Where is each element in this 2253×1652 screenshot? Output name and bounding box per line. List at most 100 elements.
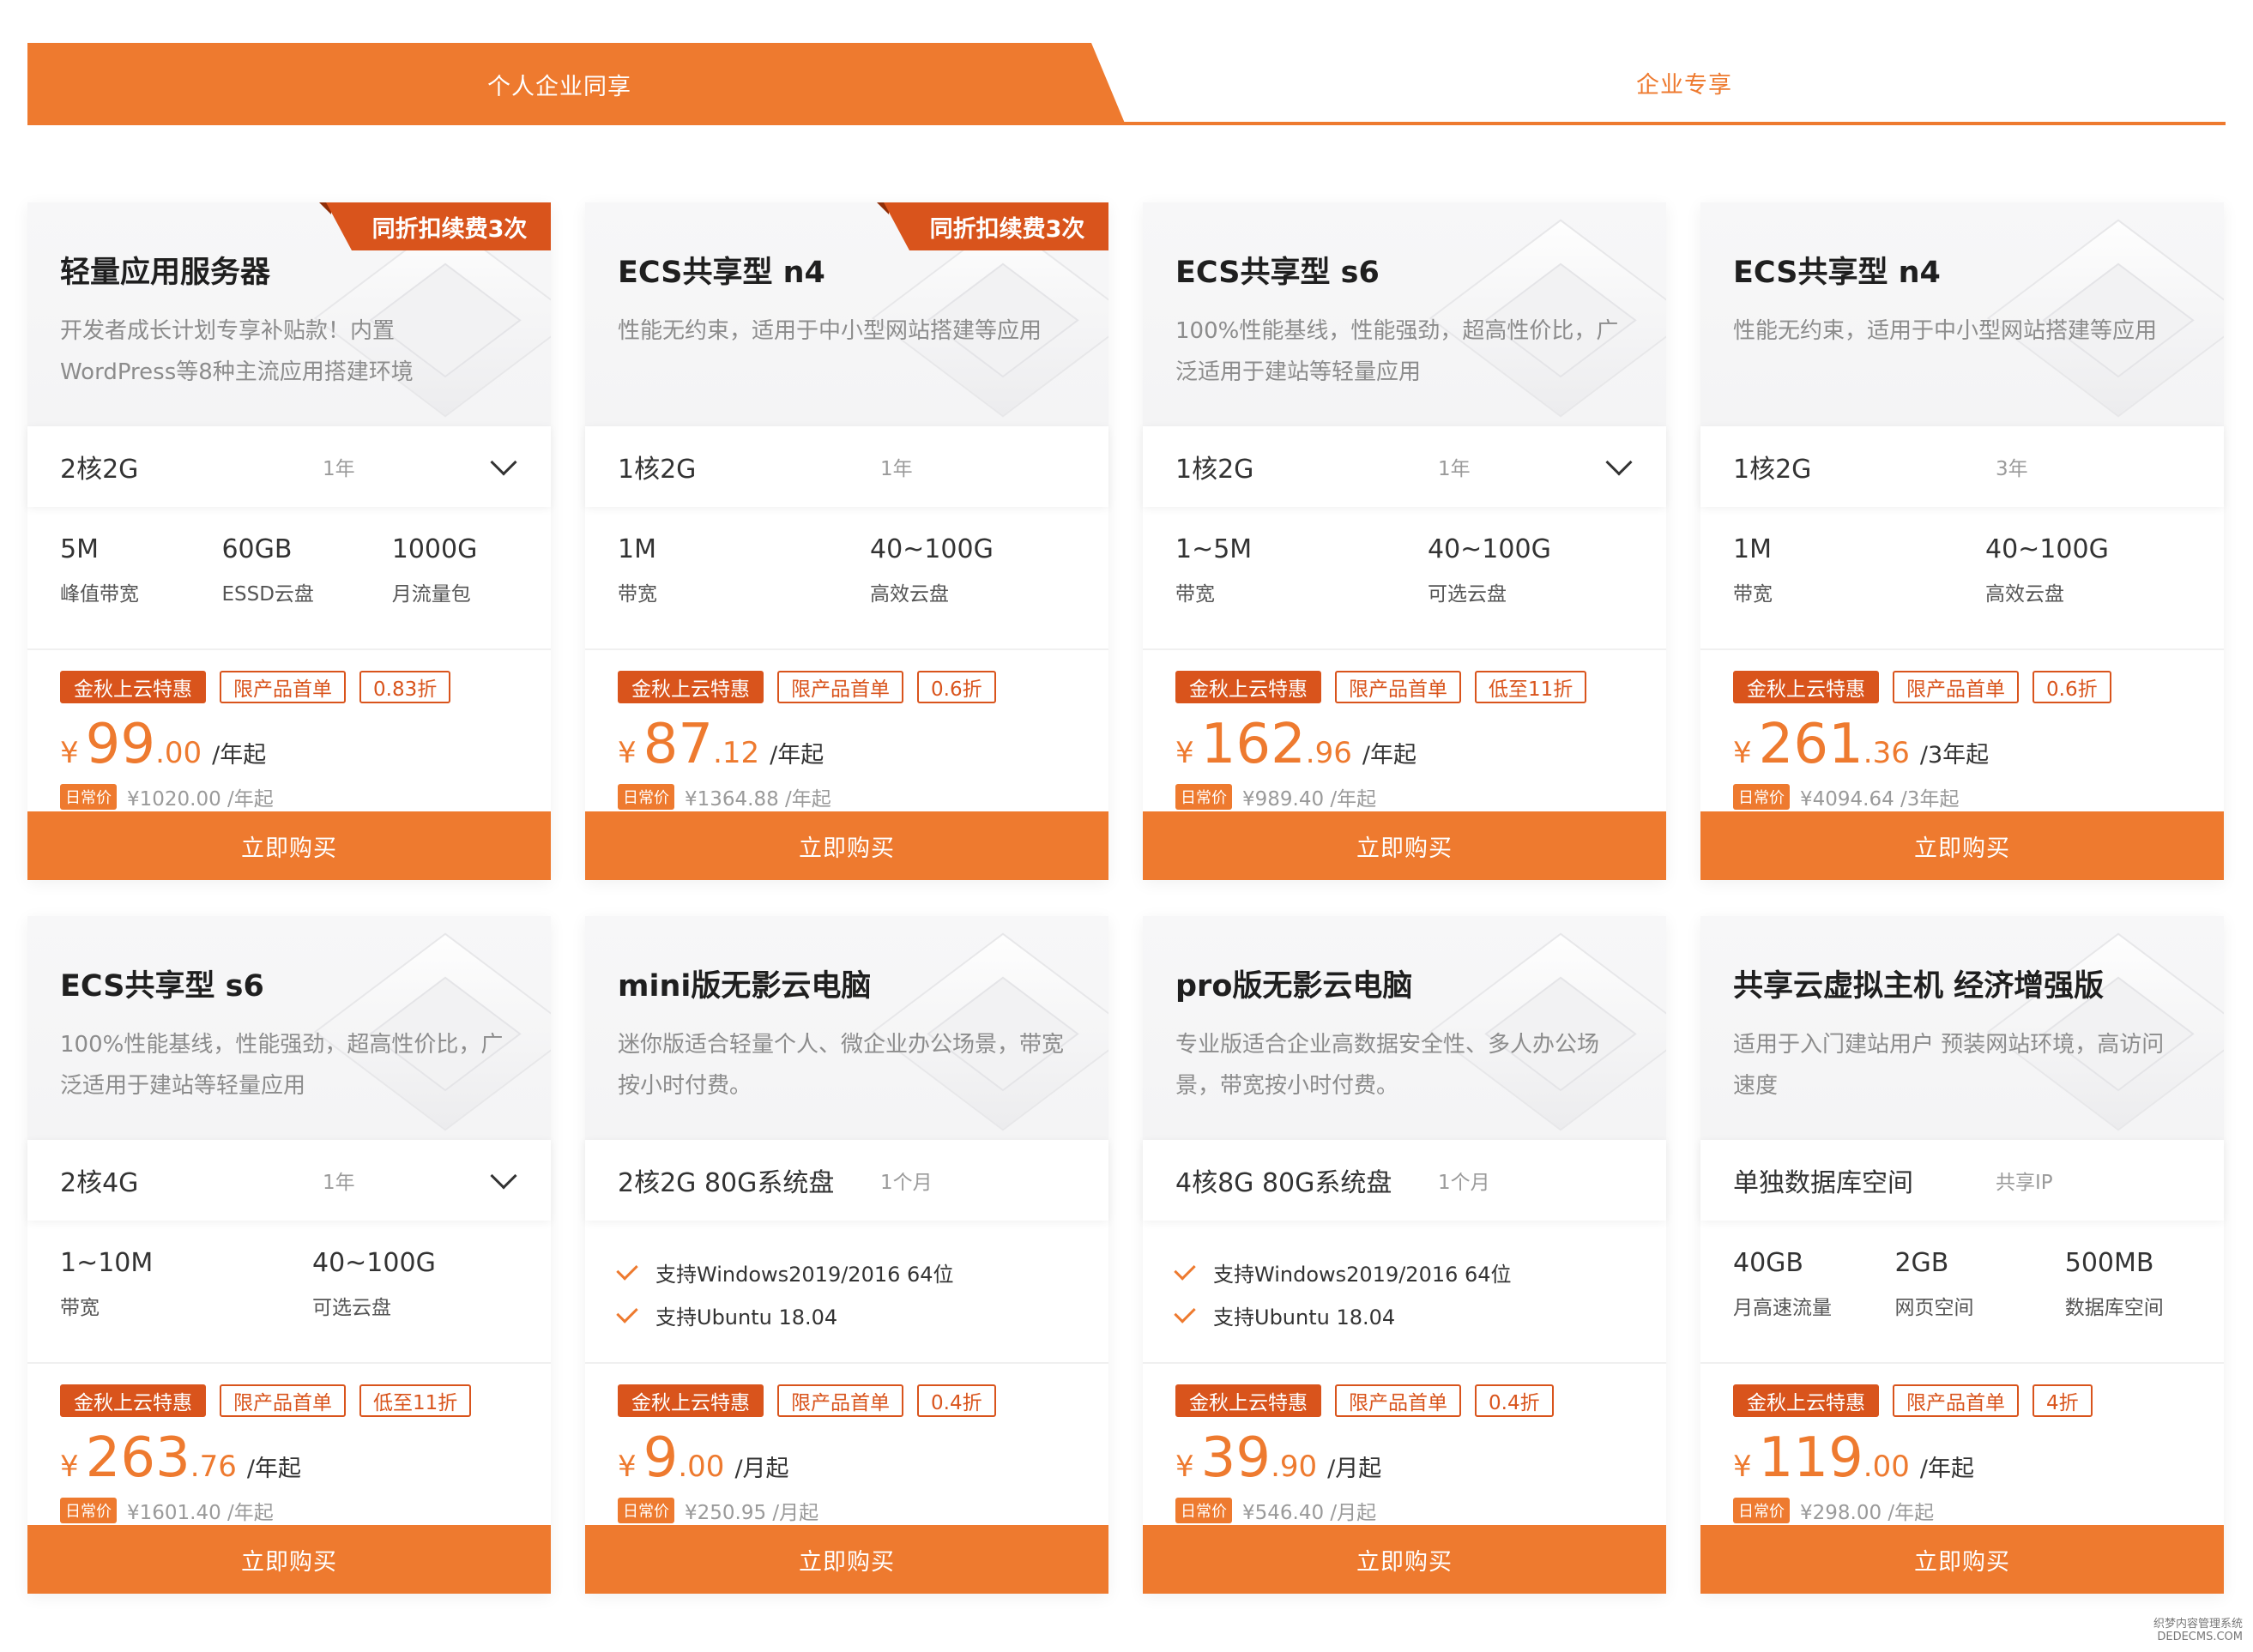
promo-tag: 金秋上云特惠 xyxy=(1175,671,1321,704)
tab-personal-enterprise[interactable]: 个人企业同享 xyxy=(27,43,1126,125)
regular-price-badge: 日常价 xyxy=(60,784,117,811)
spec-value: 2GB xyxy=(1894,1247,1949,1278)
promo-tag: 限产品首单 xyxy=(1893,671,2019,704)
buy-now-button[interactable]: 立即购买 xyxy=(585,1525,1108,1594)
spec-selector[interactable]: 2核2G 1年 xyxy=(27,426,551,507)
buy-now-button[interactable]: 立即购买 xyxy=(27,811,551,880)
promo-tag: 0.4折 xyxy=(917,1384,996,1418)
spec-item: 1~10M 带宽 xyxy=(60,1246,312,1362)
promo-tag: 金秋上云特惠 xyxy=(60,1384,206,1418)
regular-price-badge: 日常价 xyxy=(60,1498,117,1524)
spec-label: 可选云盘 xyxy=(312,1296,391,1319)
promo-tag: 0.6折 xyxy=(917,671,996,704)
spec-label: 带宽 xyxy=(1175,582,1215,606)
spec-config: 1核2G xyxy=(618,455,697,485)
original-price-line: 日常价 ¥4094.64 /3年起 xyxy=(1733,782,2191,811)
spec-label: 高效云盘 xyxy=(870,582,949,606)
check-icon xyxy=(616,1258,638,1281)
original-price-line: 日常价 ¥298.00 /年起 xyxy=(1733,1496,2191,1525)
price: ¥9.00/月起 xyxy=(618,1426,1076,1491)
original-price: ¥298.00 /年起 xyxy=(1800,1502,1935,1525)
promo-tag: 低至11折 xyxy=(359,1384,472,1418)
spec-value: 40~100G xyxy=(1428,534,1551,564)
product-card: 共享云虚拟主机 经济增强版 适用于入门建站用户 预装网站环境，高访问速度 单独数据库… xyxy=(1700,916,2224,1594)
spec-item: 40~100G 可选云盘 xyxy=(312,1246,518,1362)
original-price: ¥4094.64 /3年起 xyxy=(1800,788,1960,811)
spec-selector: 1核2G 1年 xyxy=(585,426,1108,507)
spec-value: 1M xyxy=(618,534,656,564)
card-header: 共享云虚拟主机 经济增强版 适用于入门建站用户 预装网站环境，高访问速度 xyxy=(1700,916,2224,1141)
price-area: 金秋上云特惠 限产品首单 0.6折 ¥87.12/年起 日常价 ¥1364.88 /年起 xyxy=(585,650,1108,811)
spec-period: 1年 xyxy=(323,1172,355,1195)
regular-price-badge: 日常价 xyxy=(1733,784,1790,811)
price-decimal: .76 xyxy=(190,1450,237,1485)
spec-value: 40GB xyxy=(1733,1247,1804,1278)
spec-value: 40~100G xyxy=(1985,534,2109,564)
card-description: 适用于入门建站用户 预装网站环境，高访问速度 xyxy=(1733,1032,2165,1099)
price-decimal: .96 xyxy=(1305,736,1352,771)
original-price: ¥1364.88 /年起 xyxy=(685,788,831,811)
feature-item: 支持Ubuntu 18.04 xyxy=(616,1294,1076,1337)
promo-tag: 金秋上云特惠 xyxy=(1175,1384,1321,1418)
chevron-down-icon[interactable] xyxy=(1605,449,1633,476)
original-price: ¥250.95 /月起 xyxy=(685,1502,819,1525)
promo-tags: 金秋上云特惠 限产品首单 0.83折 xyxy=(60,671,518,704)
spec-item: 500MB 数据库空间 xyxy=(2065,1246,2191,1362)
promo-tag: 限产品首单 xyxy=(777,1384,903,1418)
chevron-down-icon[interactable] xyxy=(490,1162,517,1190)
feature-text: 支持Windows2019/2016 64位 xyxy=(1213,1263,1512,1287)
price-decimal: .00 xyxy=(1863,1450,1910,1485)
price-currency: ¥ xyxy=(60,736,79,771)
buy-now-button[interactable]: 立即购买 xyxy=(1143,1525,1666,1594)
spec-item: 40GB 月高速流量 xyxy=(1733,1246,1894,1362)
chevron-down-icon[interactable] xyxy=(490,449,517,476)
regular-price-badge: 日常价 xyxy=(618,784,674,811)
regular-price-badge: 日常价 xyxy=(618,1498,674,1524)
promo-tags: 金秋上云特惠 限产品首单 0.6折 xyxy=(1733,671,2191,704)
buy-now-button[interactable]: 立即购买 xyxy=(585,811,1108,880)
spec-item: 60GB ESSD云盘 xyxy=(221,533,391,648)
price-decimal: .00 xyxy=(678,1450,725,1485)
price-integer: 263 xyxy=(85,1426,190,1491)
spec-selector[interactable]: 2核4G 1年 xyxy=(27,1140,551,1221)
promo-tags: 金秋上云特惠 限产品首单 4折 xyxy=(1733,1384,2191,1418)
spec-list: 1M 带宽 40~100G 高效云盘 xyxy=(1700,507,2224,651)
promo-tags: 金秋上云特惠 限产品首单 0.4折 xyxy=(618,1384,1076,1418)
buy-now-button[interactable]: 立即购买 xyxy=(1700,1525,2224,1594)
card-description: 开发者成长计划专享补贴款！内置WordPress等8种主流应用搭建环境 xyxy=(60,318,414,385)
spec-item: 40~100G 可选云盘 xyxy=(1428,533,1634,648)
promo-tag: 限产品首单 xyxy=(1335,1384,1461,1418)
price-currency: ¥ xyxy=(1733,1450,1752,1485)
price: ¥263.76/年起 xyxy=(60,1426,518,1491)
product-card: pro版无影云电脑 专业版适合企业高数据安全性、多人办公场景，带宽按小时付费。 4核… xyxy=(1143,916,1666,1594)
spec-config: 1核2G xyxy=(1175,455,1254,485)
price-currency: ¥ xyxy=(60,1450,79,1485)
spec-selector[interactable]: 1核2G 1年 xyxy=(1143,426,1666,507)
tab-enterprise-only[interactable]: 企业专享 xyxy=(1143,43,2226,122)
spec-label: 数据库空间 xyxy=(2064,1296,2164,1319)
spec-value: 500MB xyxy=(2064,1247,2154,1278)
promo-tags: 金秋上云特惠 限产品首单 低至11折 xyxy=(1175,671,1634,704)
spec-selector: 4核8G 80G系统盘 1个月 xyxy=(1143,1140,1666,1221)
promo-tag: 金秋上云特惠 xyxy=(618,671,764,704)
spec-list: 5M 峰值带宽 60GB ESSD云盘 1000G 月流量包 xyxy=(27,507,551,651)
discount-ribbon: 同折扣续费3次 xyxy=(326,202,551,250)
spec-selector: 单独数据库空间 共享IP xyxy=(1700,1140,2224,1221)
buy-now-button[interactable]: 立即购买 xyxy=(1143,811,1666,880)
spec-item: 1M 带宽 xyxy=(1733,533,1985,648)
price-currency: ¥ xyxy=(618,1450,637,1485)
original-price-line: 日常价 ¥250.95 /月起 xyxy=(618,1496,1076,1525)
price-currency: ¥ xyxy=(1175,1450,1194,1485)
original-price-line: 日常价 ¥1364.88 /年起 xyxy=(618,782,1076,811)
buy-now-button[interactable]: 立即购买 xyxy=(1700,811,2224,880)
spec-label: 可选云盘 xyxy=(1428,582,1507,606)
spec-item: 1~5M 带宽 xyxy=(1175,533,1428,648)
promo-tag: 金秋上云特惠 xyxy=(60,671,206,704)
spec-value: 60GB xyxy=(221,534,293,564)
card-description: 100%性能基线，性能强劲，超高性价比，广泛适用于建站等轻量应用 xyxy=(1175,318,1619,385)
promo-tag: 金秋上云特惠 xyxy=(1733,671,1879,704)
promo-tag: 金秋上云特惠 xyxy=(618,1384,764,1418)
buy-now-button[interactable]: 立即购买 xyxy=(27,1525,551,1594)
spec-period: 1年 xyxy=(1438,458,1471,481)
spec-config: 4核8G 80G系统盘 xyxy=(1175,1168,1392,1199)
